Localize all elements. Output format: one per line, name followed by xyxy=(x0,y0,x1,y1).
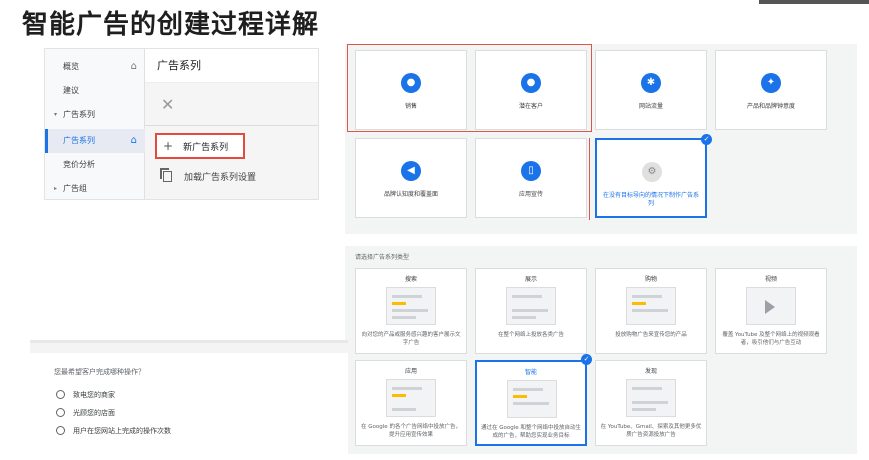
app-preview-image xyxy=(386,379,436,417)
plus-icon: + xyxy=(163,139,174,153)
load-campaign-settings-button[interactable]: 加载广告系列设置 xyxy=(163,169,256,187)
load-settings-label: 加载广告系列设置 xyxy=(184,173,257,183)
new-campaign-label: 新广告系列 xyxy=(183,143,229,153)
sidebar-item-label: 建议 xyxy=(63,86,79,95)
home-icon: ⌂ xyxy=(130,61,137,72)
campaign-type-prompt: 请选择广告系列类型 xyxy=(355,254,410,261)
search-preview-image xyxy=(386,287,436,325)
type-card-display[interactable]: 展示 在整个网络上投放各类广告 xyxy=(475,268,587,354)
new-campaign-menu: ✕ + 新广告系列 加载广告系列设置 xyxy=(145,83,318,199)
goal-card-app-promotion[interactable]: ▯ 应用宣传 xyxy=(475,138,587,218)
type-description: 向对您的产品或服务感兴趣的客户展示文字广告 xyxy=(361,332,461,346)
type-card-app[interactable]: 应用 在 Google 的各个广告网络中投放广告，提升应用宣传效果 xyxy=(355,360,467,446)
goal-label: 品牌认知度和覆盖面 xyxy=(383,191,438,198)
radio-button[interactable] xyxy=(56,408,65,417)
type-name: 智能 xyxy=(524,369,537,376)
sidebar-item-overview[interactable]: 概览 ⌂ xyxy=(45,55,145,79)
goal-label: 产品和品牌钟意度 xyxy=(746,103,795,110)
type-description: 在整个网络上投放各类广告 xyxy=(497,332,564,338)
radio-button[interactable] xyxy=(56,426,65,435)
type-card-shopping[interactable]: 购物 投放购物广告来宣传您的产品 xyxy=(595,268,707,354)
sidebar-nav: 概览 ⌂ 建议 ▾ 广告系列 广告系列 ⌂ 竞价分析 ▸ 广告组 xyxy=(45,49,145,199)
sidebar-group-campaigns[interactable]: ▾ 广告系列 xyxy=(45,103,145,127)
check-icon: ✓ xyxy=(581,354,592,365)
new-campaign-button[interactable]: + 新广告系列 xyxy=(155,133,245,159)
radio-button[interactable] xyxy=(56,390,65,399)
highlight-box xyxy=(347,44,592,132)
sparkle-icon: ✦ xyxy=(761,73,781,93)
type-card-search[interactable]: 搜索 向对您的产品或服务感兴趣的客户展示文字广告 xyxy=(355,268,467,354)
goal-card-brand-awareness[interactable]: ◀ 品牌认知度和覆盖面 xyxy=(355,138,467,218)
sidebar-item-auction-insights[interactable]: 竞价分析 xyxy=(45,153,145,177)
divider xyxy=(145,125,318,126)
goal-card-no-goal[interactable]: ⚙ 在没有目标导向的情况下制作广告系列 xyxy=(595,138,707,218)
type-description: 投放购物广告来宣传您的产品 xyxy=(615,332,687,338)
play-icon xyxy=(765,300,775,314)
campaigns-panel: 概览 ⌂ 建议 ▾ 广告系列 广告系列 ⌂ 竞价分析 ▸ 广告组 广告系列 ✕ … xyxy=(44,48,319,200)
goal-card-brand-consideration[interactable]: ✦ 产品和品牌钟意度 xyxy=(715,50,827,130)
corner-decoration xyxy=(759,0,869,4)
sidebar-item-label: 广告组 xyxy=(63,184,87,193)
megaphone-icon: ◀ xyxy=(401,161,421,181)
type-description: 覆盖 YouTube 及整个网络上的视频观看者，吸引他们与广告互动 xyxy=(722,332,820,346)
radio-option-website-actions[interactable]: 用户在您网站上完成的操作次数 xyxy=(56,425,171,437)
smart-preview-image xyxy=(507,380,557,418)
video-preview-image xyxy=(746,287,796,325)
highlight-box xyxy=(589,138,597,220)
radio-option-call[interactable]: 致电您的商家 xyxy=(56,389,115,401)
goal-label: 网站流量 xyxy=(638,103,663,110)
type-name: 展示 xyxy=(524,276,537,283)
goal-label: 应用宣传 xyxy=(518,191,543,198)
home-icon: ⌂ xyxy=(130,135,137,146)
sidebar-item-recommendations[interactable]: 建议 xyxy=(45,79,145,103)
page-title: 广告系列 xyxy=(145,49,318,83)
cursor-click-icon: ✱ xyxy=(641,73,661,93)
type-name: 应用 xyxy=(404,368,417,375)
option-label: 用户在您网站上完成的操作次数 xyxy=(73,427,171,435)
copy-icon xyxy=(163,171,172,182)
check-icon: ✓ xyxy=(701,134,712,145)
slide-title: 智能广告的创建过程详解 xyxy=(22,10,320,40)
gear-icon: ⚙ xyxy=(642,162,662,182)
type-description: 在 YouTube、Gmail、探索及其他更多优质广告资源投放广告 xyxy=(600,424,702,438)
goal-label: 在没有目标导向的情况下制作广告系列 xyxy=(602,192,699,207)
sidebar-item-label: 竞价分析 xyxy=(63,160,95,169)
sidebar-item-label: 概览 xyxy=(63,62,79,71)
sidebar-group-ad-groups[interactable]: ▸ 广告组 xyxy=(45,177,145,199)
type-name: 视频 xyxy=(764,276,777,283)
shopping-preview-image xyxy=(626,287,676,325)
type-name: 发现 xyxy=(644,368,657,375)
option-label: 致电您的商家 xyxy=(73,391,115,399)
sidebar-item-label: 广告系列 xyxy=(63,136,95,145)
type-name: 搜索 xyxy=(404,276,417,283)
chevron-right-icon: ▸ xyxy=(54,185,58,192)
divider xyxy=(30,343,348,353)
type-name: 购物 xyxy=(644,276,657,283)
sidebar-item-campaigns[interactable]: 广告系列 ⌂ xyxy=(45,129,145,153)
close-icon[interactable]: ✕ xyxy=(161,95,174,114)
sidebar-item-label: 广告系列 xyxy=(63,110,95,119)
phone-icon: ▯ xyxy=(521,161,541,181)
conversion-action-panel: 您最希望客户完成哪种操作？ 致电您的商家 光顾您的店面 用户在您网站上完成的操作… xyxy=(30,340,348,454)
campaign-goals-panel: ● 销售 ● 潜在客户 ✱ 网站流量 ✦ 产品和品牌钟意度 ◀ 品牌认知度和覆盖… xyxy=(345,44,857,234)
type-description: 通过在 Google 和整个网络中投放自动生成的广告，帮助您实现业务目标 xyxy=(481,425,581,439)
campaign-type-panel: 请选择广告系列类型 搜索 向对您的产品或服务感兴趣的客户展示文字广告 展示 在整… xyxy=(345,246,857,454)
display-preview-image xyxy=(506,287,556,325)
type-card-smart[interactable]: 智能 通过在 Google 和整个网络中投放自动生成的广告，帮助您实现业务目标 xyxy=(475,360,587,446)
type-card-discovery[interactable]: 发现 在 YouTube、Gmail、探索及其他更多优质广告资源投放广告 xyxy=(595,360,707,446)
radio-option-visit-store[interactable]: 光顾您的店面 xyxy=(56,407,115,419)
goal-card-website-traffic[interactable]: ✱ 网站流量 xyxy=(595,50,707,130)
chevron-down-icon: ▾ xyxy=(54,111,58,118)
question-text: 您最希望客户完成哪种操作？ xyxy=(54,368,145,376)
type-card-video[interactable]: 视频 覆盖 YouTube 及整个网络上的视频观看者，吸引他们与广告互动 xyxy=(715,268,827,354)
discovery-preview-image xyxy=(626,379,676,417)
type-description: 在 Google 的各个广告网络中投放广告，提升应用宣传效果 xyxy=(361,424,461,438)
option-label: 光顾您的店面 xyxy=(73,409,115,417)
